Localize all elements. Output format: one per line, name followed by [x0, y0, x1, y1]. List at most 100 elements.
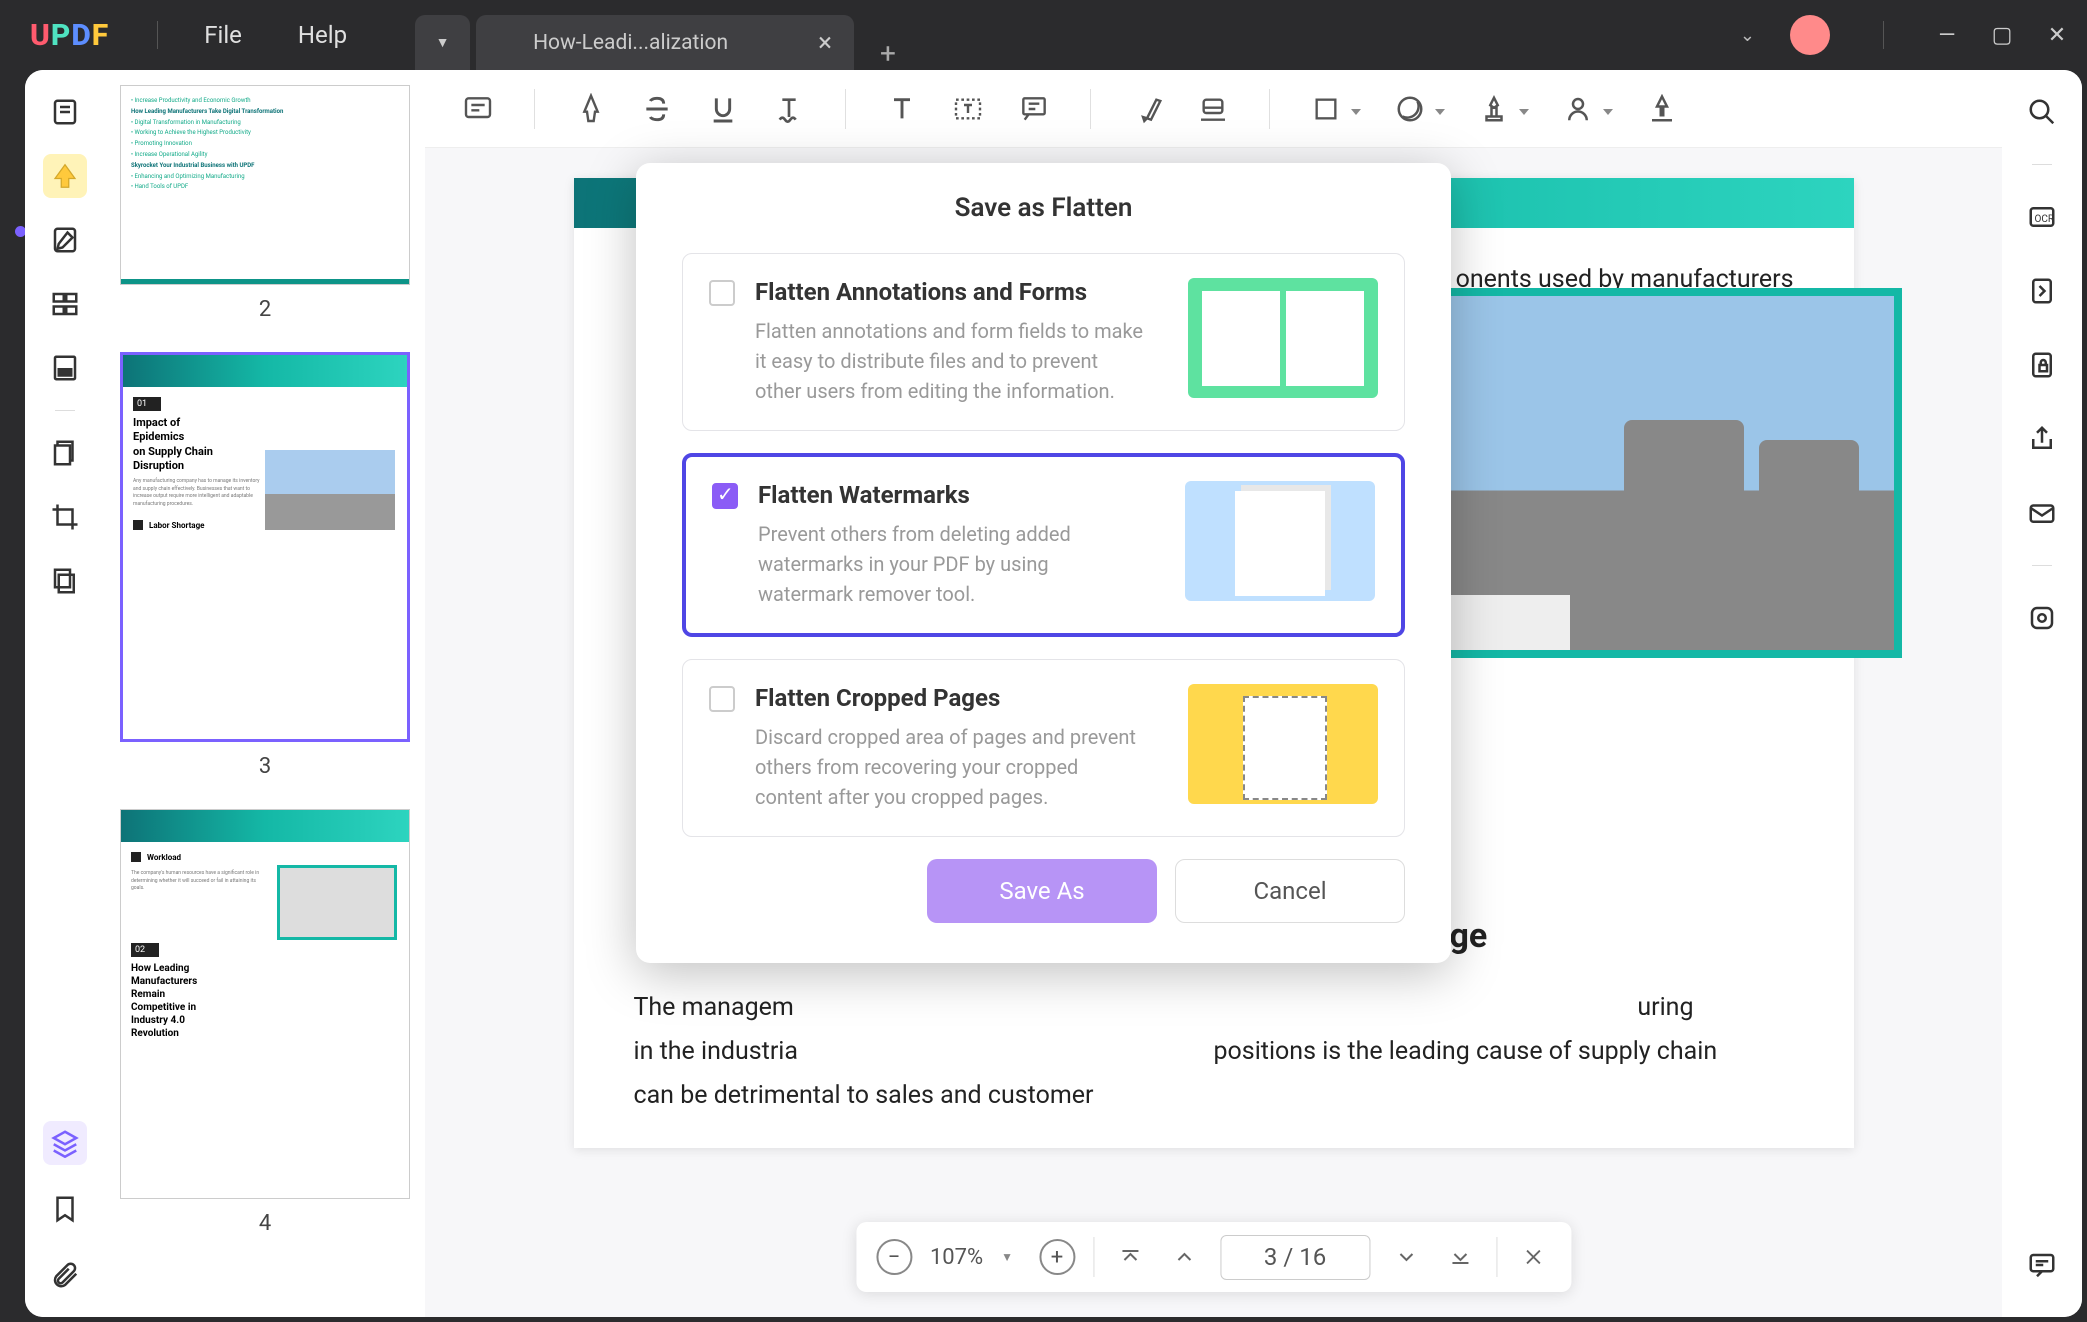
note-icon[interactable] [455, 86, 501, 132]
option-flatten-watermarks[interactable]: Flatten Watermarks Prevent others from d… [682, 453, 1405, 637]
left-sidebar [25, 70, 105, 1317]
highlight-icon[interactable] [568, 86, 614, 132]
option-desc: Prevent others from deleting added water… [758, 519, 1148, 609]
print-icon[interactable] [2020, 596, 2064, 640]
comment-list-icon[interactable] [2020, 1243, 2064, 1287]
underline-icon[interactable] [700, 86, 746, 132]
option-illustration [1188, 684, 1378, 804]
option-flatten-annotations[interactable]: Flatten Annotations and Forms Flatten an… [682, 253, 1405, 431]
text-icon[interactable] [879, 86, 925, 132]
document-tab[interactable]: How-Leadi...alization × [476, 15, 854, 70]
save-flatten-modal: Save as Flatten Flatten Annotations and … [636, 163, 1451, 963]
app-logo: UPDF [0, 18, 139, 53]
tab-dropdown[interactable]: ▼ [415, 15, 470, 70]
thumbnail[interactable]: 01Impact ofEpidemicson Supply ChainDisru… [120, 352, 410, 779]
last-page-button[interactable] [1442, 1239, 1478, 1275]
attachment-icon[interactable] [43, 1253, 87, 1297]
divider [1883, 21, 1884, 49]
first-page-button[interactable] [1112, 1239, 1148, 1275]
tab-group: ▼ How-Leadi...alization × + [415, 0, 916, 70]
shape-icon[interactable] [1303, 86, 1349, 132]
menu-help[interactable]: Help [270, 21, 375, 49]
doc-text: positions is the leading cause of supply… [1214, 1030, 1734, 1074]
doc-text: in the industria [634, 1030, 1114, 1074]
reader-icon[interactable] [43, 90, 87, 134]
right-sidebar: OCR [2002, 70, 2082, 1317]
pencil-icon[interactable] [1124, 86, 1170, 132]
pages-icon[interactable] [43, 431, 87, 475]
chevron-down-icon[interactable]: ⌄ [1740, 25, 1755, 46]
checkbox[interactable] [709, 686, 735, 712]
stamp-icon[interactable] [1471, 86, 1517, 132]
zoom-value: 107% [930, 1245, 983, 1270]
prev-page-button[interactable] [1166, 1239, 1202, 1275]
squiggly-icon[interactable] [766, 86, 812, 132]
divider [55, 410, 75, 411]
signature-icon[interactable] [1555, 86, 1601, 132]
divider [157, 21, 158, 49]
checkbox[interactable] [709, 280, 735, 306]
close-button[interactable]: ✕ [2047, 25, 2067, 45]
cancel-button[interactable]: Cancel [1175, 859, 1405, 923]
sign-icon[interactable] [1639, 86, 1685, 132]
minimize-button[interactable]: — [1937, 25, 1957, 45]
option-illustration [1185, 481, 1375, 601]
option-illustration [1188, 278, 1378, 398]
doc-text: can be detrimental to sales and customer [634, 1074, 1114, 1118]
option-desc: Flatten annotations and form fields to m… [755, 316, 1145, 406]
avatar[interactable] [1790, 15, 1830, 55]
thumbnail[interactable]: WorkloadThe company's human resources ha… [120, 809, 410, 1236]
thumb-number: 2 [259, 297, 271, 322]
thumb-number: 3 [259, 754, 271, 779]
titlebar: UPDF File Help ▼ How-Leadi...alization ×… [0, 0, 2087, 70]
compress-icon[interactable] [2020, 269, 2064, 313]
tab-title: How-Leadi...alization [533, 31, 728, 55]
ocr-icon[interactable]: OCR [2020, 195, 2064, 239]
edit-icon[interactable] [43, 218, 87, 262]
new-tab-button[interactable]: + [860, 37, 916, 70]
option-title: Flatten Annotations and Forms [755, 278, 1168, 306]
option-title: Flatten Cropped Pages [755, 684, 1168, 712]
bookmark-icon[interactable] [43, 1187, 87, 1231]
annotation-toolbar [425, 70, 2002, 148]
sticker-icon[interactable] [1387, 86, 1433, 132]
bottom-bar: − 107% ▼ + 3 / 16 [856, 1222, 1571, 1292]
callout-icon[interactable] [1011, 86, 1057, 132]
zoom-out-button[interactable]: − [876, 1239, 912, 1275]
checkbox[interactable] [712, 483, 738, 509]
page-input[interactable]: 3 / 16 [1220, 1235, 1370, 1280]
strikethrough-icon[interactable] [634, 86, 680, 132]
redact-icon[interactable] [43, 346, 87, 390]
copy-icon[interactable] [43, 559, 87, 603]
textbox-icon[interactable] [945, 86, 991, 132]
maximize-button[interactable]: ▢ [1992, 25, 2012, 45]
thumb-number: 4 [259, 1211, 271, 1236]
layers-icon[interactable] [43, 1121, 87, 1165]
comment-icon[interactable] [43, 154, 87, 198]
protect-icon[interactable] [2020, 343, 2064, 387]
doc-text: uring [1214, 986, 1734, 1030]
zoom-dropdown[interactable]: ▼ [1001, 1250, 1013, 1264]
svg-text:OCR: OCR [2035, 214, 2055, 225]
doc-image [1382, 288, 1902, 658]
thumbnail-panel: • Increase Productivity and Economic Gro… [105, 70, 425, 1317]
divider [2032, 164, 2052, 165]
share-icon[interactable] [2020, 417, 2064, 461]
save-as-button[interactable]: Save As [927, 859, 1157, 923]
option-flatten-cropped[interactable]: Flatten Cropped Pages Discard cropped ar… [682, 659, 1405, 837]
next-page-button[interactable] [1388, 1239, 1424, 1275]
email-icon[interactable] [2020, 491, 2064, 535]
search-icon[interactable] [2020, 90, 2064, 134]
eraser-icon[interactable] [1190, 86, 1236, 132]
divider [2032, 565, 2052, 566]
modal-title: Save as Flatten [682, 193, 1405, 223]
close-bar-button[interactable] [1515, 1239, 1551, 1275]
zoom-in-button[interactable]: + [1039, 1239, 1075, 1275]
crop-icon[interactable] [43, 495, 87, 539]
option-title: Flatten Watermarks [758, 481, 1165, 509]
close-icon[interactable]: × [818, 28, 832, 58]
doc-text: The managem [634, 986, 1114, 1030]
thumbnail[interactable]: • Increase Productivity and Economic Gro… [120, 85, 410, 322]
menu-file[interactable]: File [176, 21, 270, 49]
organize-icon[interactable] [43, 282, 87, 326]
